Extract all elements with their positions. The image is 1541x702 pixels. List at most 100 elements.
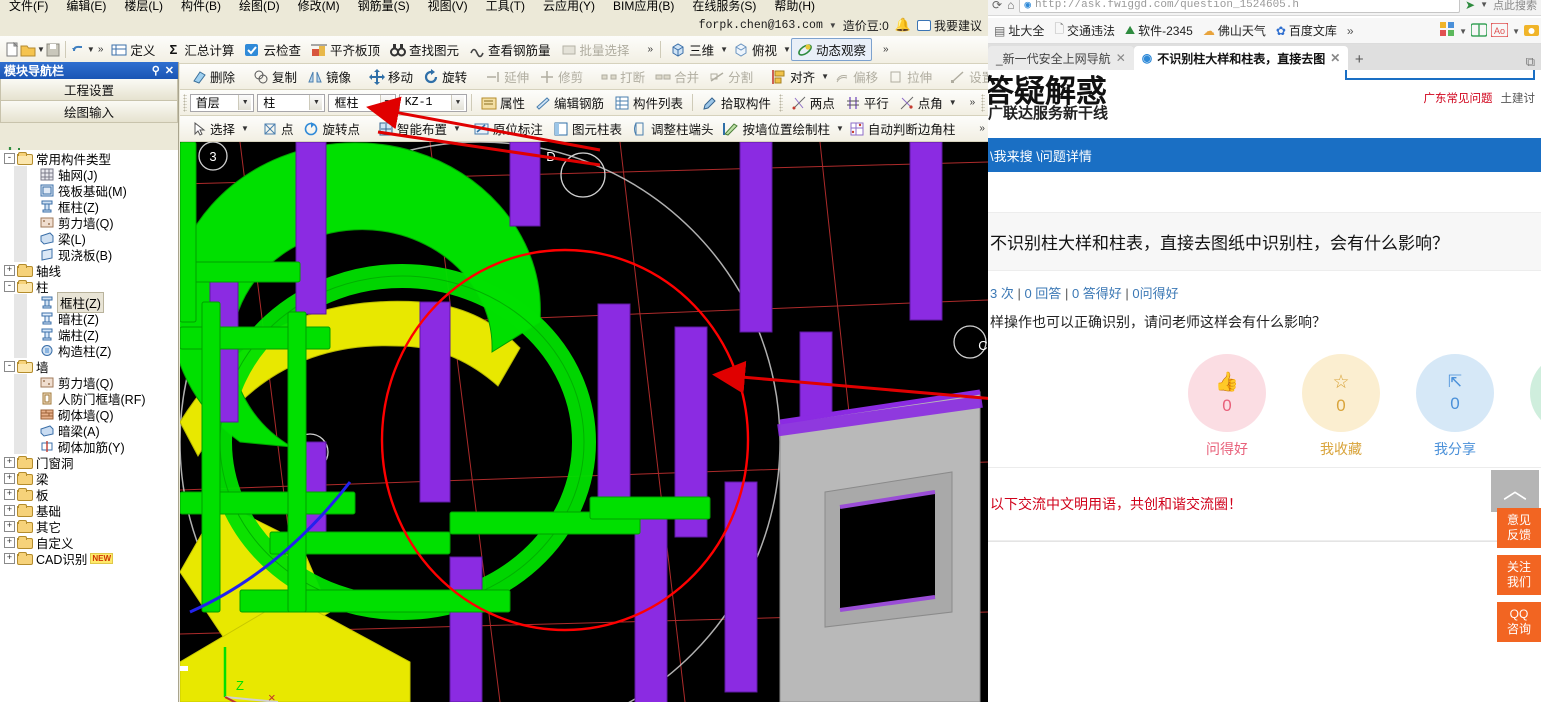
tree-expander[interactable]: - — [4, 152, 15, 164]
home-icon[interactable]: ⌂ — [1007, 0, 1014, 12]
toolbar-button-in-situ-annotation[interactable]: 原位标注 — [469, 118, 548, 139]
toolbar-overflow-left[interactable]: » — [95, 44, 107, 55]
member-selector[interactable]: KZ-1 ▼ — [398, 93, 467, 112]
toolbar-button-adjust-column-end[interactable]: 调整柱端头 — [627, 118, 719, 139]
bookmark-foshan-weather[interactable]: ☁ 佛山天气 — [1203, 22, 1266, 39]
tree-item-24[interactable]: + 自定义 — [0, 534, 178, 551]
toolbar-button-summary-calc[interactable]: Σ 汇总计算 — [160, 39, 239, 60]
toolbar-button-parallel[interactable]: 平行 — [840, 92, 894, 113]
toolbar-button-edit-rebar[interactable]: 编辑钢筋 — [530, 92, 609, 113]
toolbar-button-select[interactable]: 选择 — [186, 118, 240, 139]
toolbar-button-dynamic-observe[interactable]: 动态观察 — [790, 38, 872, 61]
url-input[interactable]: ◉ http://ask.fwiggd.com/question_1524605… — [1019, 0, 1461, 13]
undo-icon[interactable] — [70, 42, 86, 58]
suggestion-button[interactable]: 我要建议 — [916, 17, 982, 34]
bookmark-baidu-wenku[interactable]: ✿ 百度文库 — [1276, 22, 1337, 39]
3d-model-canvas[interactable]: 3 D C Z × — [180, 142, 988, 702]
toolbar-button-extend[interactable]: 延伸 — [480, 66, 534, 87]
translate-icon[interactable]: Ao — [1490, 21, 1509, 40]
toolbar-button-3d[interactable]: 三维 — [665, 39, 719, 60]
new-file-icon[interactable] — [4, 41, 20, 58]
tree-item-6[interactable]: 现浇板(B) — [0, 246, 178, 263]
tree-item-22[interactable]: + 基础 — [0, 502, 178, 519]
chevron-down-icon[interactable]: ▼ — [1480, 0, 1488, 9]
chevron-down-icon[interactable]: ▼ — [949, 98, 957, 107]
toolbar-button-properties[interactable]: 属性 — [476, 92, 530, 113]
chevron-down-icon[interactable]: ▼ — [836, 124, 844, 133]
chevron-down-icon[interactable]: ▼ — [783, 45, 791, 54]
tree-expander[interactable]: + — [4, 504, 15, 516]
go-icon[interactable]: ➤ — [1465, 0, 1475, 12]
tree-expander[interactable]: - — [4, 360, 15, 372]
toolbar-button-two-point[interactable]: 两点 — [786, 92, 840, 113]
toolbar-button-point[interactable]: 点 — [257, 118, 299, 139]
close-icon[interactable]: ✕ — [1116, 51, 1126, 65]
menu-item-floor[interactable]: 楼层(L) — [115, 0, 172, 14]
tree-item-21[interactable]: + 板 — [0, 486, 178, 503]
chevron-down-icon[interactable]: ▼ — [379, 95, 393, 110]
toolbar-button-merge[interactable]: 合并 — [650, 66, 704, 87]
chevron-down-icon[interactable]: ▼ — [453, 124, 461, 133]
header-link-civil[interactable]: 土建讨 — [1501, 90, 1536, 106]
chevron-down-icon[interactable]: ▼ — [87, 45, 95, 54]
menu-item-modify[interactable]: 修改(M) — [289, 0, 349, 14]
toolbar-button-draw-column-by-wall[interactable]: 按墙位置绘制柱 — [718, 118, 835, 139]
toolbar-button-element-column-table[interactable]: 图元柱表 — [548, 118, 627, 139]
tree-expander[interactable]: + — [4, 488, 15, 500]
toolbar-button-rotate[interactable]: 旋转 — [418, 66, 472, 87]
bookmark-site-directory[interactable]: ▤ 址大全 — [994, 22, 1044, 39]
category-selector[interactable]: 柱 ▼ — [257, 93, 326, 112]
component-tree[interactable]: - 常用构件类型 轴网(J) 筏板基础(M) 框柱(Z) 剪力墙(Q) 梁(L) 现浇板(B)… — [0, 150, 178, 702]
toolbar-button-break[interactable]: 打断 — [596, 66, 650, 87]
menu-item-edit[interactable]: 编辑(E) — [57, 0, 115, 14]
toolbar-button-trim[interactable]: 修剪 — [534, 66, 588, 87]
tree-item-12[interactable]: 构造柱(Z) — [0, 342, 178, 359]
side-tab-follow-us[interactable]: 关注 我们 — [1497, 555, 1541, 595]
toolbar-button-split[interactable]: 分割 — [704, 66, 758, 87]
toolbar-overflow-draw[interactable]: » — [976, 123, 988, 134]
chevron-down-icon[interactable]: ▼ — [451, 95, 464, 110]
menu-item-member[interactable]: 构件(B) — [172, 0, 230, 14]
toolbar-button-copy[interactable]: 复制 — [248, 66, 302, 87]
toolbar-button-member-list[interactable]: 构件列表 — [609, 92, 688, 113]
close-icon[interactable]: ✕ — [165, 64, 174, 77]
toolbar-button-align[interactable]: 对齐 — [766, 66, 820, 87]
toolbar-button-find-element[interactable]: 查找图元 — [385, 39, 464, 60]
tree-expander[interactable]: + — [4, 264, 15, 276]
toolbar-overflow-right[interactable]: » — [880, 44, 892, 55]
toolbar-button-rotate-point[interactable]: 旋转点 — [298, 118, 365, 139]
chevron-down-icon[interactable]: ▼ — [241, 124, 249, 133]
vote-share[interactable]: ⇱ 0 我分享 — [1416, 354, 1494, 459]
tree-item-7[interactable]: + 轴线 — [0, 262, 178, 279]
bookmark-traffic-violation[interactable]: 🗋 交通违法 — [1054, 20, 1115, 41]
toolbar-button-auto-corner-column[interactable]: 自动判断边角柱 — [844, 118, 961, 139]
account-email[interactable]: forpk.chen@163.com — [699, 19, 823, 32]
tree-item-4[interactable]: 剪力墙(Q) — [0, 214, 178, 231]
toolbar-button-view-rebar-qty[interactable]: 查看钢筋量 — [464, 39, 556, 60]
floor-selector[interactable]: 首层 ▼ — [189, 93, 255, 112]
apps-grid-icon[interactable] — [1440, 22, 1455, 40]
tree-expander[interactable]: + — [4, 472, 15, 484]
vote-favorite[interactable]: ☆ 0 我收藏 — [1302, 354, 1380, 459]
browser-tab-question[interactable]: ◉ 不识别柱大样和柱表，直接去图 ✕ — [1133, 46, 1349, 70]
header-link-guangdong-faq[interactable]: 广东常见问题 — [1424, 90, 1493, 106]
tree-item-19[interactable]: + 门窗洞 — [0, 454, 178, 471]
toolbar-button-cloud-check[interactable]: 云检查 — [239, 39, 306, 60]
menu-item-view[interactable]: 视图(V) — [419, 0, 477, 14]
chevron-down-icon[interactable]: ▼ — [1512, 27, 1520, 36]
chevron-down-icon[interactable]: ▼ — [309, 95, 323, 110]
bookmarks-overflow[interactable]: » — [1347, 24, 1354, 38]
chevron-down-icon[interactable]: ▼ — [720, 45, 728, 54]
pin-icon[interactable]: ⚲ — [152, 64, 160, 77]
tree-item-20[interactable]: + 梁 — [0, 470, 178, 487]
tree-item-23[interactable]: + 其它 — [0, 518, 178, 535]
toolbar-button-point-angle[interactable]: 点角 — [894, 92, 948, 113]
menu-item-rebar[interactable]: 钢筋量(S) — [349, 0, 419, 14]
bookmark-software-2345[interactable]: ⛰ 软件-2345 — [1125, 22, 1193, 39]
tree-expander[interactable]: + — [4, 456, 15, 468]
screenshot-icon[interactable] — [1524, 23, 1539, 40]
close-icon[interactable]: ✕ — [1330, 51, 1340, 65]
chevron-down-icon[interactable]: ▼ — [238, 95, 252, 110]
toolbar-button-top-view[interactable]: 俯视 — [728, 39, 782, 60]
toolbar-button-mirror[interactable]: 镜像 — [302, 66, 356, 87]
